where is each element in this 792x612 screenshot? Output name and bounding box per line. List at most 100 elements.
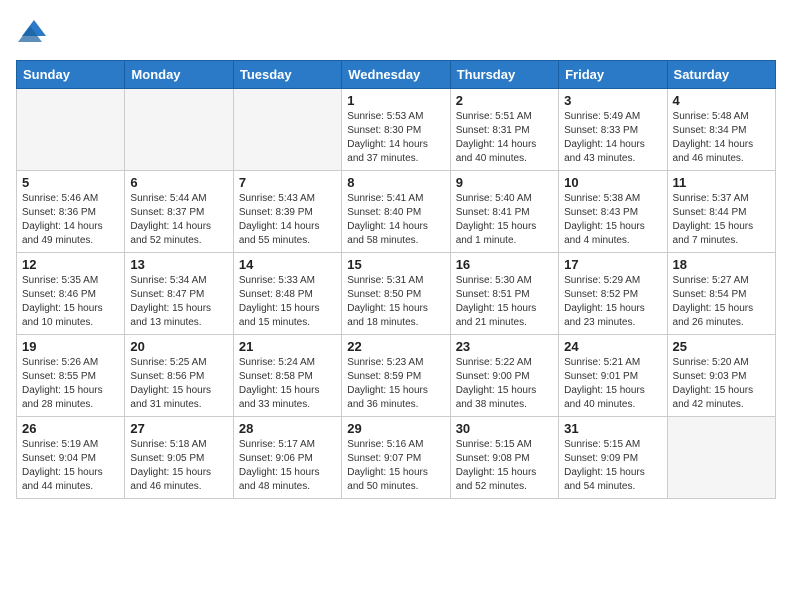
calendar-cell: 10 Sunrise: 5:38 AM Sunset: 8:43 PM Dayli… <box>559 171 667 253</box>
column-header-tuesday: Tuesday <box>233 61 341 89</box>
day-info: Sunrise: 5:24 AM Sunset: 8:58 PM Dayligh… <box>239 356 336 412</box>
calendar-cell: 19 Sunrise: 5:26 AM Sunset: 8:55 PM Dayli… <box>17 335 125 417</box>
calendar-cell: 25 Sunrise: 5:20 AM Sunset: 9:03 PM Dayli… <box>667 335 775 417</box>
day-info: Sunrise: 5:16 AM Sunset: 9:07 PM Dayligh… <box>347 438 444 494</box>
calendar-cell: 30 Sunrise: 5:15 AM Sunset: 9:08 PM Dayli… <box>450 417 558 499</box>
calendar-cell: 11 Sunrise: 5:37 AM Sunset: 8:44 PM Dayli… <box>667 171 775 253</box>
day-info: Sunrise: 5:41 AM Sunset: 8:40 PM Dayligh… <box>347 192 444 248</box>
week-row-2: 5 Sunrise: 5:46 AM Sunset: 8:36 PM Daylig… <box>17 171 776 253</box>
day-number: 7 <box>239 175 336 190</box>
day-info: Sunrise: 5:35 AM Sunset: 8:46 PM Dayligh… <box>22 274 119 330</box>
logo-icon <box>16 16 48 48</box>
calendar-cell: 23 Sunrise: 5:22 AM Sunset: 9:00 PM Dayli… <box>450 335 558 417</box>
day-info: Sunrise: 5:38 AM Sunset: 8:43 PM Dayligh… <box>564 192 661 248</box>
day-number: 1 <box>347 93 444 108</box>
day-number: 15 <box>347 257 444 272</box>
calendar-cell <box>233 89 341 171</box>
calendar-cell: 17 Sunrise: 5:29 AM Sunset: 8:52 PM Dayli… <box>559 253 667 335</box>
header-row: SundayMondayTuesdayWednesdayThursdayFrid… <box>17 61 776 89</box>
column-header-sunday: Sunday <box>17 61 125 89</box>
day-info: Sunrise: 5:15 AM Sunset: 9:08 PM Dayligh… <box>456 438 553 494</box>
calendar-cell: 20 Sunrise: 5:25 AM Sunset: 8:56 PM Dayli… <box>125 335 233 417</box>
day-info: Sunrise: 5:26 AM Sunset: 8:55 PM Dayligh… <box>22 356 119 412</box>
calendar-cell: 8 Sunrise: 5:41 AM Sunset: 8:40 PM Daylig… <box>342 171 450 253</box>
day-info: Sunrise: 5:34 AM Sunset: 8:47 PM Dayligh… <box>130 274 227 330</box>
calendar-cell: 15 Sunrise: 5:31 AM Sunset: 8:50 PM Dayli… <box>342 253 450 335</box>
day-info: Sunrise: 5:40 AM Sunset: 8:41 PM Dayligh… <box>456 192 553 248</box>
column-header-saturday: Saturday <box>667 61 775 89</box>
day-number: 22 <box>347 339 444 354</box>
day-info: Sunrise: 5:31 AM Sunset: 8:50 PM Dayligh… <box>347 274 444 330</box>
day-info: Sunrise: 5:20 AM Sunset: 9:03 PM Dayligh… <box>673 356 770 412</box>
calendar-cell: 27Sunrise: 5:18 AM Sunset: 9:05 PM Dayli… <box>125 417 233 499</box>
calendar-cell: 7 Sunrise: 5:43 AM Sunset: 8:39 PM Daylig… <box>233 171 341 253</box>
column-header-wednesday: Wednesday <box>342 61 450 89</box>
day-info: Sunrise: 5:18 AM Sunset: 9:05 PM Dayligh… <box>130 438 227 494</box>
calendar-cell: 2Sunrise: 5:51 AM Sunset: 8:31 PM Daylig… <box>450 89 558 171</box>
day-number: 23 <box>456 339 553 354</box>
calendar-cell: 29 Sunrise: 5:16 AM Sunset: 9:07 PM Dayli… <box>342 417 450 499</box>
calendar-cell: 16 Sunrise: 5:30 AM Sunset: 8:51 PM Dayli… <box>450 253 558 335</box>
day-info: Sunrise: 5:30 AM Sunset: 8:51 PM Dayligh… <box>456 274 553 330</box>
week-row-4: 19 Sunrise: 5:26 AM Sunset: 8:55 PM Dayli… <box>17 335 776 417</box>
day-info: Sunrise: 5:46 AM Sunset: 8:36 PM Dayligh… <box>22 192 119 248</box>
calendar-cell: 3 Sunrise: 5:49 AM Sunset: 8:33 PM Daylig… <box>559 89 667 171</box>
calendar-cell <box>17 89 125 171</box>
day-number: 30 <box>456 421 553 436</box>
day-info: Sunrise: 5:17 AM Sunset: 9:06 PM Dayligh… <box>239 438 336 494</box>
day-number: 13 <box>130 257 227 272</box>
day-info: Sunrise: 5:48 AM Sunset: 8:34 PM Dayligh… <box>673 110 770 166</box>
week-row-5: 26Sunrise: 5:19 AM Sunset: 9:04 PM Dayli… <box>17 417 776 499</box>
day-info: Sunrise: 5:53 AM Sunset: 8:30 PM Dayligh… <box>347 110 444 166</box>
calendar-cell: 14Sunrise: 5:33 AM Sunset: 8:48 PM Dayli… <box>233 253 341 335</box>
calendar-cell <box>667 417 775 499</box>
day-number: 11 <box>673 175 770 190</box>
calendar-cell: 1 Sunrise: 5:53 AM Sunset: 8:30 PM Daylig… <box>342 89 450 171</box>
day-number: 6 <box>130 175 227 190</box>
week-row-1: 1 Sunrise: 5:53 AM Sunset: 8:30 PM Daylig… <box>17 89 776 171</box>
day-number: 25 <box>673 339 770 354</box>
calendar-table: SundayMondayTuesdayWednesdayThursdayFrid… <box>16 60 776 499</box>
day-number: 17 <box>564 257 661 272</box>
day-number: 31 <box>564 421 661 436</box>
day-number: 16 <box>456 257 553 272</box>
logo <box>16 16 52 48</box>
day-info: Sunrise: 5:25 AM Sunset: 8:56 PM Dayligh… <box>130 356 227 412</box>
calendar-cell: 18 Sunrise: 5:27 AM Sunset: 8:54 PM Dayli… <box>667 253 775 335</box>
calendar-cell: 13 Sunrise: 5:34 AM Sunset: 8:47 PM Dayli… <box>125 253 233 335</box>
day-info: Sunrise: 5:43 AM Sunset: 8:39 PM Dayligh… <box>239 192 336 248</box>
calendar-cell <box>125 89 233 171</box>
day-number: 24 <box>564 339 661 354</box>
day-number: 18 <box>673 257 770 272</box>
calendar-cell: 26Sunrise: 5:19 AM Sunset: 9:04 PM Dayli… <box>17 417 125 499</box>
day-info: Sunrise: 5:37 AM Sunset: 8:44 PM Dayligh… <box>673 192 770 248</box>
day-info: Sunrise: 5:27 AM Sunset: 8:54 PM Dayligh… <box>673 274 770 330</box>
day-info: Sunrise: 5:33 AM Sunset: 8:48 PM Dayligh… <box>239 274 336 330</box>
day-number: 5 <box>22 175 119 190</box>
calendar-cell: 21 Sunrise: 5:24 AM Sunset: 8:58 PM Dayli… <box>233 335 341 417</box>
day-info: Sunrise: 5:15 AM Sunset: 9:09 PM Dayligh… <box>564 438 661 494</box>
day-number: 19 <box>22 339 119 354</box>
day-number: 10 <box>564 175 661 190</box>
day-info: Sunrise: 5:49 AM Sunset: 8:33 PM Dayligh… <box>564 110 661 166</box>
day-number: 21 <box>239 339 336 354</box>
calendar-cell: 24Sunrise: 5:21 AM Sunset: 9:01 PM Dayli… <box>559 335 667 417</box>
calendar-cell: 28 Sunrise: 5:17 AM Sunset: 9:06 PM Dayli… <box>233 417 341 499</box>
calendar-cell: 4Sunrise: 5:48 AM Sunset: 8:34 PM Daylig… <box>667 89 775 171</box>
day-number: 29 <box>347 421 444 436</box>
day-number: 8 <box>347 175 444 190</box>
calendar-cell: 5 Sunrise: 5:46 AM Sunset: 8:36 PM Daylig… <box>17 171 125 253</box>
day-number: 2 <box>456 93 553 108</box>
day-number: 20 <box>130 339 227 354</box>
calendar-cell: 9 Sunrise: 5:40 AM Sunset: 8:41 PM Daylig… <box>450 171 558 253</box>
calendar-cell: 6Sunrise: 5:44 AM Sunset: 8:37 PM Daylig… <box>125 171 233 253</box>
day-info: Sunrise: 5:29 AM Sunset: 8:52 PM Dayligh… <box>564 274 661 330</box>
day-number: 28 <box>239 421 336 436</box>
calendar-cell: 31 Sunrise: 5:15 AM Sunset: 9:09 PM Dayli… <box>559 417 667 499</box>
day-number: 12 <box>22 257 119 272</box>
week-row-3: 12 Sunrise: 5:35 AM Sunset: 8:46 PM Dayli… <box>17 253 776 335</box>
day-info: Sunrise: 5:22 AM Sunset: 9:00 PM Dayligh… <box>456 356 553 412</box>
day-number: 9 <box>456 175 553 190</box>
column-header-monday: Monday <box>125 61 233 89</box>
day-number: 3 <box>564 93 661 108</box>
